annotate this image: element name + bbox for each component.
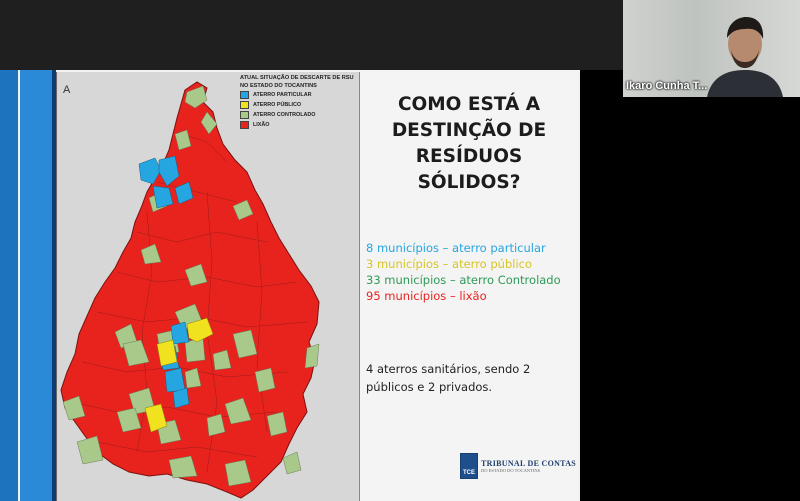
shared-slide: A ATUAL SITUAÇÃO DE DESCARTE DE RSU NO E…	[0, 70, 580, 501]
municipality-stats: 8 municípios – aterro particular 3 munic…	[366, 240, 578, 304]
legend-label: ATERRO PARTICULAR	[253, 92, 312, 98]
tocantins-map: A ATUAL SITUAÇÃO DE DESCARTE DE RSU NO E…	[56, 72, 360, 501]
question-line: SÓLIDOS?	[417, 172, 521, 193]
landfill-info: 4 aterros sanitários, sendo 2 públicos e…	[366, 360, 566, 396]
question-line: RESÍDUOS	[415, 146, 523, 167]
legend-item: ATERRO PÚBLICO	[240, 100, 358, 110]
legend-swatch	[240, 111, 249, 119]
legend-swatch	[240, 121, 249, 129]
participant-name: Ikaro Cunha T...	[626, 80, 708, 92]
slide-text-panel: COMO ESTÁ A DESTINÇÃO DE RESÍDUOS SÓLIDO…	[360, 70, 578, 501]
north-arrow-icon: A	[63, 84, 71, 96]
legend-label: LIXÃO	[253, 122, 270, 128]
legend-item: LIXÃO	[240, 120, 358, 130]
tce-name: TRIBUNAL DE CONTAS	[481, 459, 577, 468]
tce-emblem-icon: TCE	[460, 453, 478, 479]
info-line: públicos e 2 privados.	[366, 380, 493, 394]
tce-logo: TCE TRIBUNAL DE CONTAS DO ESTADO DO TOCA…	[460, 453, 576, 479]
legend-item: ATERRO CONTROLADO	[240, 110, 358, 120]
question-line: DESTINÇÃO DE	[391, 120, 547, 141]
participant-video-tile[interactable]: Ikaro Cunha T...	[623, 0, 800, 97]
map-legend: ATUAL SITUAÇÃO DE DESCARTE DE RSU NO EST…	[240, 74, 358, 130]
legend-label: ATERRO PÚBLICO	[253, 102, 302, 108]
legend-swatch	[240, 101, 249, 109]
stat-lixao: 95 municípios – lixão	[366, 289, 487, 303]
participant-person-icon	[707, 17, 783, 97]
municipio-controlado	[282, 451, 302, 475]
legend-title: ATUAL SITUAÇÃO DE DESCARTE DE RSU NO EST…	[240, 75, 354, 89]
stat-aterro-publico: 3 municípios – aterro público	[366, 257, 533, 271]
slide-question: COMO ESTÁ A DESTINÇÃO DE RESÍDUOS SÓLIDO…	[360, 92, 578, 196]
stat-aterro-particular: 8 municípios – aterro particular	[366, 241, 546, 255]
map-graphic	[60, 81, 320, 499]
tce-subtitle: DO ESTADO DO TOCANTINS	[481, 468, 541, 473]
legend-swatch	[240, 91, 249, 99]
stat-aterro-controlado: 33 municípios – aterro Controlado	[366, 273, 561, 287]
legend-label: ATERRO CONTROLADO	[253, 112, 316, 118]
slide-decoration-stripe	[0, 70, 18, 501]
info-line: 4 aterros sanitários, sendo 2	[366, 362, 531, 376]
question-line: COMO ESTÁ A	[397, 94, 541, 115]
meeting-background	[580, 70, 800, 501]
legend-item: ATERRO PARTICULAR	[240, 90, 358, 100]
slide-decoration-stripe	[20, 70, 52, 501]
